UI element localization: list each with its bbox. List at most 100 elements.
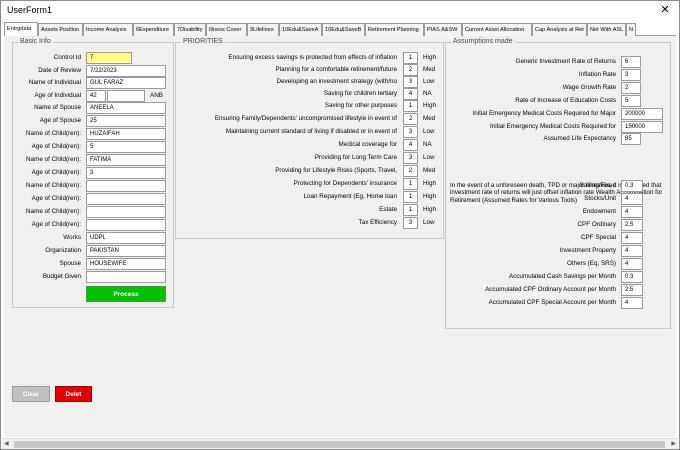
rate-input-4[interactable]: 4: [621, 232, 643, 244]
basic-info-label-4: Name of Spouse: [34, 104, 81, 111]
clear-button[interactable]: Clear: [12, 386, 50, 402]
assumption-label-0: Generic Investment Rate of Returns: [515, 58, 616, 65]
basic-info-input-13[interactable]: [86, 219, 166, 231]
priority-level-8: Low: [423, 154, 435, 161]
assumption-input-5[interactable]: 150000: [621, 121, 663, 133]
assumption-input-6[interactable]: 85: [621, 133, 641, 145]
rate-input-6[interactable]: 4: [621, 258, 643, 270]
priority-rank-8[interactable]: 3: [403, 152, 418, 164]
basic-info-input-17[interactable]: [86, 271, 166, 283]
priority-rank-13[interactable]: 3: [403, 217, 418, 229]
priorities-caption: PRIORITIES: [181, 38, 225, 45]
rate-label-9: Accumulated CPF Special Account per Mont…: [488, 299, 616, 306]
tab-7[interactable]: 10Edu&SaveA: [279, 23, 322, 36]
rate-input-5[interactable]: 4: [621, 245, 643, 257]
assumption-label-1: Inflation Rate: [578, 71, 616, 78]
basic-info-input-1[interactable]: 7/22/2023: [86, 65, 166, 77]
basic-info-input-2[interactable]: GUL FARAZ: [86, 77, 166, 89]
priority-label-4: Saving for other purposes: [324, 102, 397, 109]
priority-rank-3[interactable]: 4: [403, 88, 418, 100]
rate-input-0[interactable]: 0.3: [621, 180, 643, 192]
priority-level-6: Low: [423, 128, 435, 135]
tab-1[interactable]: Assets Position: [38, 23, 83, 36]
priority-label-3: Saving for children tertiary: [323, 90, 397, 97]
basic-info-input-4[interactable]: ANEELA: [86, 102, 166, 114]
horizontal-scrollbar[interactable]: ◀ ▶: [2, 438, 678, 449]
tab-14[interactable]: N: [626, 23, 636, 36]
priority-level-2: Low: [423, 78, 435, 85]
basic-info-label-1: Date of Review: [38, 67, 81, 74]
tab-11[interactable]: Current Asset Allocation: [462, 23, 532, 36]
rate-input-3[interactable]: 2.5: [621, 219, 643, 231]
age-basis-label: ANB: [150, 92, 163, 99]
priority-rank-12[interactable]: 1: [403, 204, 418, 216]
priority-label-8: Providing for Long Term Care: [314, 154, 397, 161]
assumption-input-2[interactable]: 2: [621, 82, 641, 94]
rate-input-2[interactable]: 4: [621, 206, 643, 218]
basic-info-input-0[interactable]: 7: [86, 52, 132, 64]
scrollbar-thumb[interactable]: [14, 441, 665, 448]
basic-info-input-14[interactable]: UDPL: [86, 232, 166, 244]
basic-info-label-11: Age of Child(ren):: [31, 195, 81, 202]
priority-rank-11[interactable]: 1: [403, 191, 418, 203]
priority-label-12: Estate: [379, 206, 397, 213]
window-title: UserForm1: [7, 5, 53, 15]
tab-8[interactable]: 10Edu&SaveB: [322, 23, 365, 36]
basic-info-input-5[interactable]: 25: [86, 115, 166, 127]
priority-level-3: NA: [423, 90, 432, 97]
priority-rank-4[interactable]: 1: [403, 100, 418, 112]
priority-rank-0[interactable]: 1: [403, 52, 418, 64]
basic-info-input-9[interactable]: 3: [86, 167, 166, 179]
basic-info-input-3[interactable]: 42: [86, 90, 106, 102]
priority-rank-7[interactable]: 4: [403, 139, 418, 151]
delete-button[interactable]: Delet: [55, 386, 92, 402]
scroll-left-icon[interactable]: ◀: [4, 440, 9, 447]
priority-rank-1[interactable]: 2: [403, 64, 418, 76]
tab-9[interactable]: Retirement Planning: [365, 23, 424, 36]
rate-input-7[interactable]: 0.3: [621, 271, 643, 283]
basic-info-input-16[interactable]: HOUSEWIFE: [86, 258, 166, 270]
priority-level-7: NA: [423, 141, 432, 148]
scroll-right-icon[interactable]: ▶: [671, 440, 676, 447]
priority-rank-2[interactable]: 3: [403, 76, 418, 88]
tab-12[interactable]: Cap Analysis at Ret: [532, 23, 587, 36]
rate-label-7: Accumulated Cash Savings per Month: [508, 273, 616, 280]
process-button[interactable]: Process: [86, 286, 166, 302]
priority-rank-5[interactable]: 2: [403, 113, 418, 125]
assumption-label-6: Assumed Life Expectancy: [543, 135, 616, 142]
tab-4[interactable]: 7Disability: [174, 23, 206, 36]
basic-info-input-8[interactable]: FATIMA: [86, 154, 166, 166]
basic-info-input-10[interactable]: [86, 180, 166, 192]
assumption-input-4[interactable]: 200000: [621, 108, 663, 120]
priority-rank-9[interactable]: 2: [403, 165, 418, 177]
basic-info-input-6[interactable]: HUZAIFAH: [86, 128, 166, 140]
basic-info-label-0: Control Id: [53, 54, 81, 61]
rate-label-6: Others (Eq, SRS): [567, 260, 616, 267]
rate-input-9[interactable]: 4: [621, 297, 643, 309]
rate-label-5: Investment Property: [559, 247, 616, 254]
tab-13[interactable]: Net With ASL: [587, 23, 626, 36]
assumption-input-0[interactable]: 6: [621, 56, 641, 68]
rate-input-8[interactable]: 2.5: [621, 284, 643, 296]
assumption-input-1[interactable]: 3: [621, 69, 641, 81]
basic-info-input-15[interactable]: PAKISTAN: [86, 245, 166, 257]
tab-3[interactable]: 6Expenditure: [133, 23, 174, 36]
assumption-input-3[interactable]: 5: [621, 95, 641, 107]
close-icon[interactable]: ✕: [658, 3, 672, 17]
tab-5[interactable]: Illness Cover: [206, 23, 247, 36]
tab-6[interactable]: 9Lifelines: [247, 23, 279, 36]
tab-10[interactable]: PIAS A&SW: [424, 23, 462, 36]
priority-label-7: Medical coverage for: [338, 141, 397, 148]
basic-info-label-6: Name of Child(ren):: [26, 130, 81, 137]
age-extra-input[interactable]: [107, 90, 145, 102]
basic-info-input-7[interactable]: 5: [86, 141, 166, 153]
basic-info-input-11[interactable]: [86, 193, 166, 205]
priority-rank-6[interactable]: 3: [403, 126, 418, 138]
basic-info-input-12[interactable]: [86, 206, 166, 218]
rate-label-1: Stocks/Unit: [584, 195, 616, 202]
rate-input-1[interactable]: 4: [621, 193, 643, 205]
tab-0[interactable]: Entrgdata: [4, 22, 38, 37]
assumptions-caption: Assumptions made: [451, 38, 515, 45]
tab-2[interactable]: Income Analysis: [83, 23, 133, 36]
priority-rank-10[interactable]: 1: [403, 178, 418, 190]
